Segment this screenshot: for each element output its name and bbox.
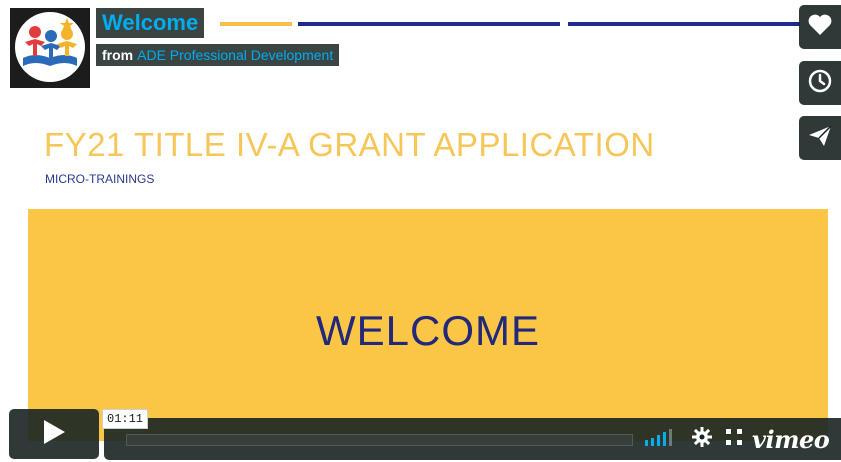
share-button[interactable] bbox=[799, 116, 841, 160]
channel-avatar[interactable] bbox=[10, 8, 90, 88]
settings-button[interactable] bbox=[692, 426, 712, 452]
clock-icon bbox=[807, 68, 833, 99]
slide-rule-navy bbox=[298, 22, 560, 26]
volume-button[interactable] bbox=[645, 428, 677, 451]
heart-icon bbox=[807, 13, 833, 42]
welcome-banner: WELCOME bbox=[28, 209, 828, 441]
channel-link[interactable]: ADE Professional Development bbox=[137, 47, 333, 63]
gear-icon bbox=[692, 426, 712, 452]
like-button[interactable] bbox=[799, 5, 841, 49]
slide-rule-yellow bbox=[220, 22, 292, 26]
slide-title: FY21 TITLE IV-A GRANT APPLICATION bbox=[44, 126, 655, 163]
byline: from ADE Professional Development bbox=[96, 44, 340, 66]
channel-logo bbox=[15, 12, 85, 82]
byline-from: from bbox=[102, 47, 134, 63]
paper-plane-icon bbox=[807, 124, 833, 153]
fullscreen-button[interactable] bbox=[724, 428, 744, 451]
fullscreen-icon bbox=[725, 428, 743, 451]
progress-bar[interactable] bbox=[126, 434, 633, 446]
slide-subtitle: MICRO-TRAININGS bbox=[45, 172, 155, 186]
watch-later-button[interactable] bbox=[799, 61, 841, 105]
video-title[interactable]: Welcome bbox=[96, 8, 205, 38]
welcome-text: WELCOME bbox=[315, 307, 540, 354]
volume-icon bbox=[645, 428, 677, 451]
control-bar: vimeo bbox=[104, 418, 841, 460]
vimeo-logo[interactable]: vimeo bbox=[752, 425, 830, 454]
slide-rule-navy bbox=[568, 22, 800, 26]
play-icon bbox=[41, 418, 67, 451]
play-button[interactable] bbox=[9, 409, 99, 459]
time-display: 01:11 bbox=[102, 409, 149, 429]
